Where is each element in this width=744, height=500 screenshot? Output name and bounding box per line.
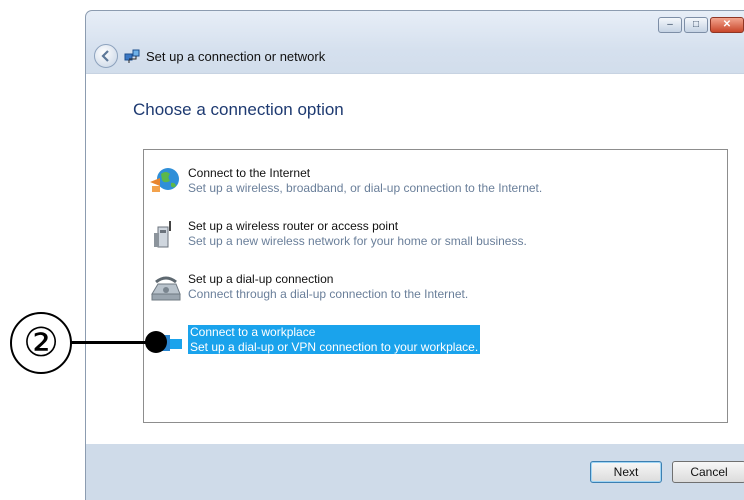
dialog-footer: Next Cancel xyxy=(86,443,744,500)
option-description: Set up a new wireless network for your h… xyxy=(188,234,527,248)
window-controls: – □ ✕ xyxy=(658,17,744,33)
minimize-button[interactable]: – xyxy=(658,17,682,33)
option-wireless-router[interactable]: Set up a wireless router or access point… xyxy=(144,215,727,255)
option-texts: Set up a wireless router or access point… xyxy=(188,219,527,248)
title-bar: Set up a connection or network xyxy=(86,39,744,73)
close-button[interactable]: ✕ xyxy=(710,17,744,33)
option-texts: Connect to the Internet Set up a wireles… xyxy=(188,166,542,195)
back-button[interactable] xyxy=(94,44,118,68)
network-icon xyxy=(124,49,140,63)
option-label: Connect to a workplace xyxy=(190,325,316,339)
window-title: Set up a connection or network xyxy=(146,49,326,64)
next-button[interactable]: Next xyxy=(590,461,662,483)
option-label: Connect to the Internet xyxy=(188,166,311,180)
option-dialup[interactable]: Set up a dial-up connection Connect thro… xyxy=(144,268,727,308)
option-description: Connect through a dial-up connection to … xyxy=(188,287,469,301)
maximize-button[interactable]: □ xyxy=(684,17,708,33)
option-label: Set up a wireless router or access point xyxy=(188,219,399,233)
callout-line xyxy=(71,341,154,344)
option-texts: Connect to a workplace Set up a dial-up … xyxy=(188,325,481,354)
dialog-window: – □ ✕ Set up a connection or network Cho… xyxy=(85,10,744,500)
cancel-button[interactable]: Cancel xyxy=(672,461,744,483)
callout-marker: ② xyxy=(10,312,72,374)
content-area: Choose a connection option Connect to th… xyxy=(86,73,744,444)
page-heading: Choose a connection option xyxy=(133,100,344,119)
globe-icon xyxy=(150,168,179,192)
option-connect-workplace[interactable]: Connect to a workplace Set up a dial-up … xyxy=(144,321,727,361)
phone-icon xyxy=(151,276,181,301)
callout-dot xyxy=(145,331,167,353)
option-description: Set up a wireless, broadband, or dial-up… xyxy=(188,181,543,195)
option-connect-internet[interactable]: Connect to the Internet Set up a wireles… xyxy=(144,162,727,202)
router-icon xyxy=(154,221,171,248)
connection-options-list: Connect to the Internet Set up a wireles… xyxy=(143,149,728,423)
option-description: Set up a dial-up or VPN connection to yo… xyxy=(190,340,479,354)
option-texts: Set up a dial-up connection Connect thro… xyxy=(188,272,468,301)
option-label: Set up a dial-up connection xyxy=(188,272,334,286)
back-arrow-icon xyxy=(101,50,109,62)
